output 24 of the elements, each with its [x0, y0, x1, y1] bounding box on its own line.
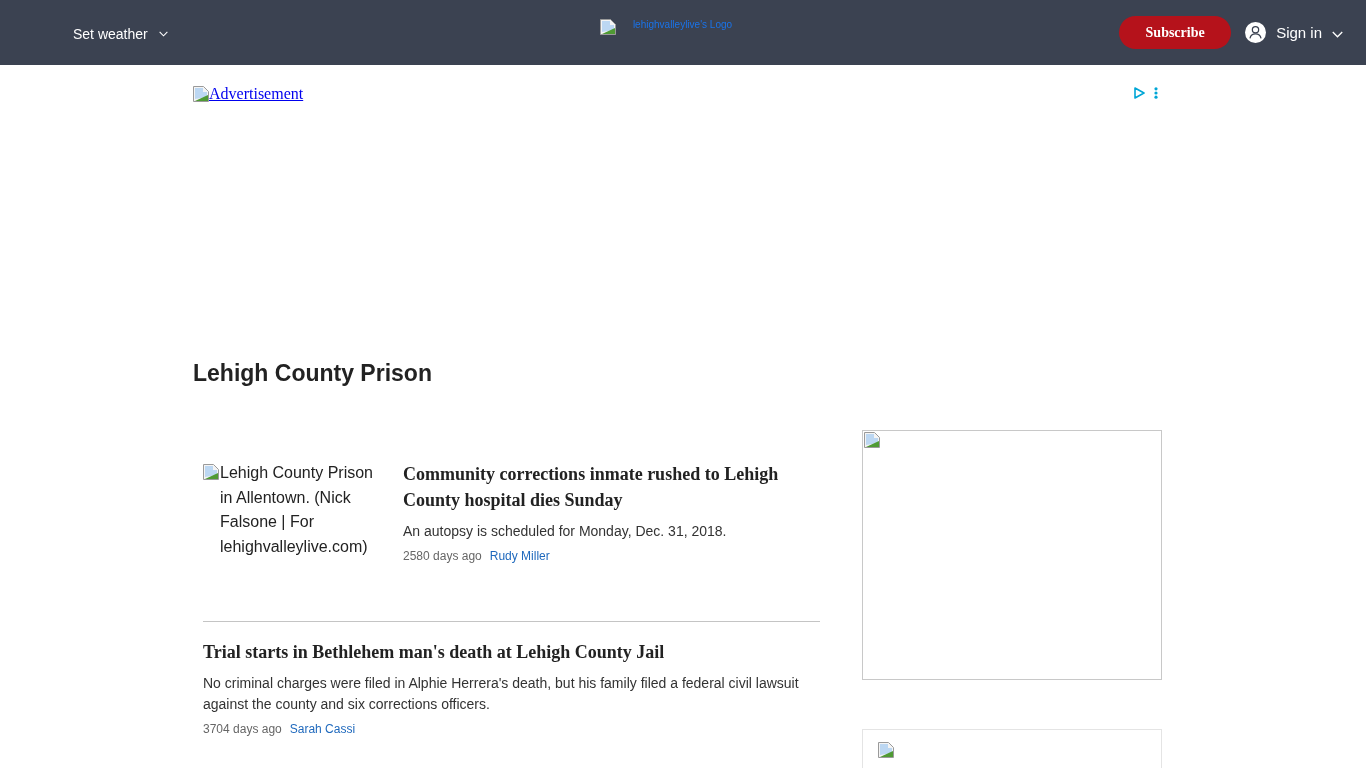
broken-image-icon — [203, 464, 219, 480]
weather-button[interactable]: Set weather — [73, 24, 168, 43]
broken-image-icon — [864, 432, 880, 448]
user-icon — [1245, 22, 1267, 43]
subscribe-button[interactable]: Subscribe — [1119, 16, 1232, 49]
broken-image-icon — [878, 742, 894, 758]
broken-image-icon — [193, 86, 209, 102]
page-title: Lehigh County Prison — [193, 360, 432, 386]
play-icon[interactable] — [1134, 87, 1145, 99]
more-options-icon[interactable] — [1154, 87, 1158, 99]
article-summary: No criminal charges were filed in Alphie Herrera's death, but his family filed a federal civil lawsuit against the county and six corrections officers. — [203, 674, 800, 714]
chevron-down-icon — [158, 30, 168, 37]
chevron-down-icon — [1332, 30, 1343, 38]
headline-link[interactable]: Community corrections inmate rushed to Lehigh County hospital dies Sunday — [403, 461, 820, 513]
image-alt-text: Lehigh County Prison in Allentown. (Nick Falsone | For lehighvalleylive.com) — [220, 463, 374, 557]
advertisement-link[interactable]: Advertisement — [193, 85, 304, 103]
author-link[interactable]: Rudy Miller — [489, 547, 550, 565]
article-age: 2580 days ago — [403, 548, 482, 565]
article-age: 3704 days ago — [203, 721, 282, 738]
broken-image-icon — [599, 19, 616, 35]
headline-link[interactable]: Trial starts in Bethlehem man's death at Lehigh County Jail — [203, 639, 820, 665]
article-summary: An autopsy is scheduled for Monday, Dec. 31, 2018. — [403, 522, 728, 541]
sign-in-button[interactable]: Sign in — [1245, 22, 1343, 43]
author-link[interactable]: Sarah Cassi — [289, 720, 356, 738]
